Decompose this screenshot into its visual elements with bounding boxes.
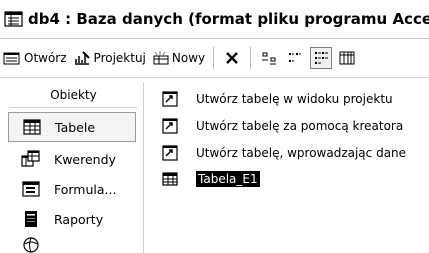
form-icon <box>20 178 42 200</box>
object-type-label: Kwerendy <box>54 151 116 167</box>
open-icon <box>3 52 20 65</box>
open-button[interactable]: Otwórz <box>0 45 70 71</box>
small-icons-button[interactable] <box>284 47 306 69</box>
new-icon <box>153 51 169 65</box>
large-icons-button[interactable] <box>258 47 280 69</box>
details-view-icon <box>339 51 355 65</box>
query-icon <box>20 148 42 170</box>
object-type-queries[interactable]: Kwerendy <box>8 144 136 174</box>
list-view-icon <box>315 52 329 64</box>
design-icon <box>74 51 90 65</box>
small-icons-icon <box>289 53 302 62</box>
object-type-tables[interactable]: Tabele <box>8 112 136 142</box>
details-view-button[interactable] <box>336 47 358 69</box>
wizard-shortcut-icon <box>160 89 180 109</box>
toolbar-separator <box>213 47 215 69</box>
object-type-reports[interactable]: Raporty <box>8 204 136 234</box>
table-icon <box>21 116 43 138</box>
objects-header: Obiekty <box>10 82 137 108</box>
object-type-label: Raporty <box>54 211 104 227</box>
delete-icon <box>226 52 238 64</box>
wizard-shortcut-icon <box>160 116 180 136</box>
list-item[interactable]: Utwórz tabelę w widoku projektu <box>160 88 393 110</box>
object-type-label: Formula... <box>54 181 117 197</box>
design-label: Projektuj <box>93 51 146 65</box>
delete-button[interactable] <box>221 47 243 69</box>
open-label: Otwórz <box>24 51 67 65</box>
list-item-label: Utwórz tabelę za pomocą kreatora <box>196 119 404 133</box>
list-item[interactable]: Utwórz tabelę za pomocą kreatora <box>160 115 403 137</box>
database-window-icon <box>4 10 24 28</box>
database-toolbar: Otwórz Projektuj Nowy <box>0 39 429 78</box>
window-title: db4 : Baza danych (format pliku programu… <box>28 10 429 28</box>
list-item-label: Utwórz tabelę, wprowadzając dane <box>196 146 407 160</box>
new-button[interactable]: Nowy <box>149 45 208 71</box>
list-item[interactable]: Utwórz tabelę, wprowadzając dane <box>160 142 406 164</box>
list-item-label: Tabela_E1 <box>196 171 260 187</box>
object-type-forms[interactable]: Formula... <box>8 174 136 204</box>
toolbar-separator <box>250 47 252 69</box>
object-type-pages[interactable] <box>8 235 136 253</box>
new-label: Nowy <box>171 51 206 65</box>
table-icon <box>160 169 180 189</box>
list-item[interactable]: Tabela_E1 <box>160 168 260 190</box>
object-type-label: Tabele <box>55 119 96 135</box>
object-list: Utwórz tabelę w widoku projektu Utwórz t… <box>150 82 429 253</box>
list-view-button[interactable] <box>310 47 333 69</box>
large-icons-icon <box>262 52 277 65</box>
objects-pane: Obiekty Tabele Kwerendy Formula... Rapor… <box>4 82 144 253</box>
wizard-shortcut-icon <box>160 143 180 163</box>
design-button[interactable]: Projektuj <box>70 45 149 71</box>
page-icon <box>20 235 42 253</box>
title-bar: db4 : Baza danych (format pliku programu… <box>0 0 429 39</box>
list-item-label: Utwórz tabelę w widoku projektu <box>196 92 393 106</box>
report-icon <box>20 208 42 230</box>
